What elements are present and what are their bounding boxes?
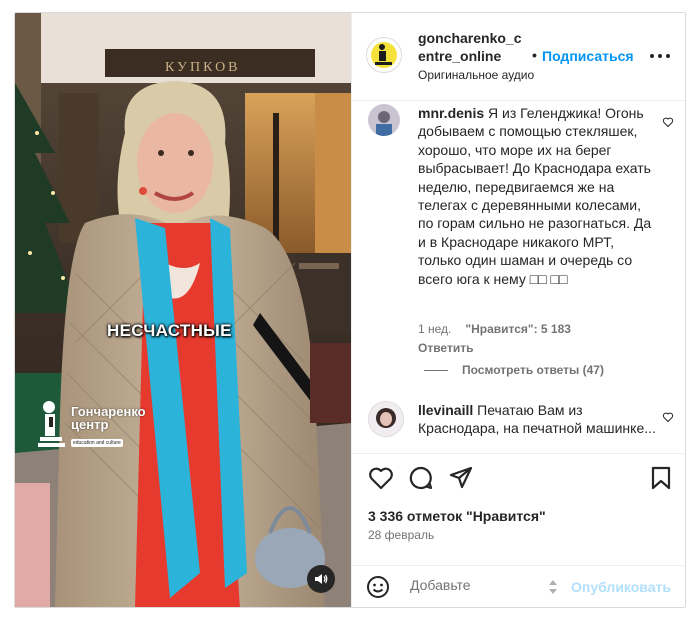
comment-like-heart-icon[interactable] [662,411,674,423]
avatar-image [368,104,400,136]
emoji-icon[interactable] [366,575,390,599]
comment-meta: 1 нед. "Нравится": 5 183 [418,322,571,336]
goncharenko-center-watermark: Гончаренко центр education and culture [37,399,146,455]
avatar-image [369,402,403,436]
comment-like-heart-icon[interactable] [662,116,674,128]
separator-dot: • [532,47,537,63]
comment-item: llevinaill Печатаю Вам из Краснодара, на… [366,401,676,461]
comment-text-block: llevinaill Печатаю Вам из Краснодара, на… [418,401,656,461]
comment-composer: Опубликовать [352,566,685,607]
publish-button[interactable]: Опубликовать [571,579,671,595]
post-action-bar [352,465,685,505]
svg-text:КУПКОВ: КУПКОВ [165,60,241,75]
comment-bubble-icon[interactable] [408,465,434,491]
post-date[interactable]: 28 февраль [368,528,434,542]
commenter-avatar[interactable] [368,401,404,437]
video-caption-text: НЕСЧАСТНЫЕ [107,321,232,340]
view-replies-button[interactable]: Посмотреть ответы (47) [424,363,604,377]
comment-item: mnr.denis Я из Геленджика! Огонь добывае… [366,104,676,364]
comment-time[interactable]: 1 нед. [418,322,451,336]
comment-text: Я из Геленджика! Огонь добываем с помощь… [418,105,652,287]
author-username[interactable]: goncharenko_c entre_online [418,29,528,65]
reply-button[interactable]: Ответить [418,341,473,355]
author-logo-icon [371,42,397,68]
save-bookmark-icon[interactable] [648,465,674,491]
resize-handle-icon[interactable] [547,578,559,596]
like-heart-icon[interactable] [368,465,394,491]
commenter-avatar[interactable] [368,104,400,136]
brand-name-line2: центр [71,417,109,432]
comment-likes[interactable]: "Нравится": 5 183 [465,322,571,336]
post-sidebar: goncharenko_c entre_online • Подписаться… [351,13,685,607]
share-paper-plane-icon[interactable] [448,465,474,491]
brand-logo-icon [38,401,65,447]
post-header: goncharenko_c entre_online • Подписаться… [352,13,685,101]
follow-button[interactable]: Подписаться [542,48,634,64]
actions-divider [352,453,685,454]
more-options-icon[interactable] [648,49,672,63]
author-avatar[interactable] [366,37,402,73]
speaker-icon [315,574,328,584]
replies-divider-line [424,369,448,371]
likes-count[interactable]: 3 336 отметок "Нравится" [368,508,546,524]
audio-label[interactable]: Оригинальное аудио [418,68,534,82]
comment-input[interactable] [408,576,542,594]
sound-toggle-button[interactable] [307,565,335,593]
instagram-post: КУПКОВ НЕСЧАСТНЫЕ Гончаренко центр educa… [14,12,686,608]
comment-username[interactable]: llevinaill [418,402,473,418]
comment-text-block: mnr.denis Я из Геленджика! Огонь добывае… [418,104,656,288]
header-divider [352,100,685,101]
comment-trailing-glyphs: □□ □□ [529,270,568,287]
view-replies-label: Посмотреть ответы (47) [462,363,604,377]
post-video[interactable]: КУПКОВ НЕСЧАСТНЫЕ Гончаренко центр educa… [15,13,351,607]
brand-tagline: education and culture [71,439,123,447]
comment-username[interactable]: mnr.denis [418,105,484,121]
video-frame-illustration: КУПКОВ [15,13,351,607]
